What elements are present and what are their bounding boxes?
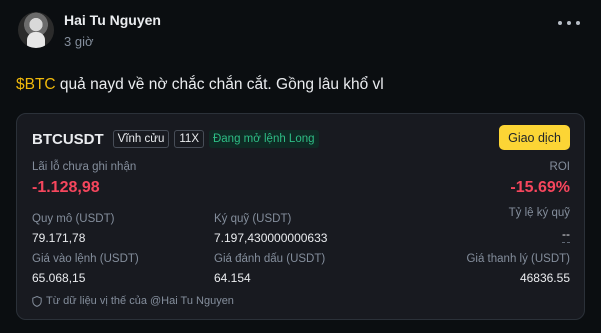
shield-icon [32,295,42,307]
position-header: BTCUSDT Vĩnh cửu 11X Đang mở lệnh Long [32,128,319,150]
mark-value: 64.154 [214,271,251,285]
trade-button[interactable]: Giao dịch [499,125,570,150]
liq-value: 46836.55 [519,271,570,285]
margin-ratio-value: -- [562,227,570,243]
roi-label: ROI [549,161,570,173]
position-card[interactable]: BTCUSDT Vĩnh cửu 11X Đang mở lệnh Long G… [16,113,585,320]
position-source: Từ dữ liệu vị thế của @Hai Tu Nguyen [32,295,234,307]
author-name[interactable]: Hai Tu Nguyen [64,12,161,28]
avatar[interactable] [18,12,54,48]
tag-position: Đang mở lệnh Long [208,130,319,148]
pnl-value: -1.128,98 [32,179,100,196]
pnl-label: Lãi lỗ chưa ghi nhận [32,161,137,173]
mark-label: Giá đánh dấu (USDT) [214,253,326,265]
footer-text: Từ dữ liệu vị thế của @Hai Tu Nguyen [46,295,234,307]
symbol: BTCUSDT [32,130,104,148]
post-text: $BTC quả nayd về nờ chắc chắn cắt. Gồng … [16,76,384,94]
roi-value: -15.69% [510,179,570,196]
post-time: 3 giờ [64,34,94,49]
more-icon[interactable] [558,16,580,30]
margin-ratio-label: Tỷ lệ ký quỹ [508,207,570,219]
tag-leverage: 11X [174,130,204,148]
size-value: 79.171,78 [32,231,86,245]
entry-label: Giá vào lệnh (USDT) [32,253,139,265]
post-body: quả nayd về nờ chắc chắn cắt. Gồng lâu k… [55,76,384,93]
liq-label: Giá thanh lý (USDT) [466,253,570,265]
ticker-link[interactable]: $BTC [16,76,56,93]
post-header: Hai Tu Nguyen 3 giờ [16,8,586,52]
margin-ratio-text: -- [562,227,570,243]
margin-value: 7.197,430000000633 [214,231,328,245]
entry-value: 65.068,15 [32,271,86,285]
size-label: Quy mô (USDT) [32,213,115,225]
tag-contract: Vĩnh cửu [112,130,170,148]
margin-label: Ký quỹ (USDT) [214,213,292,225]
